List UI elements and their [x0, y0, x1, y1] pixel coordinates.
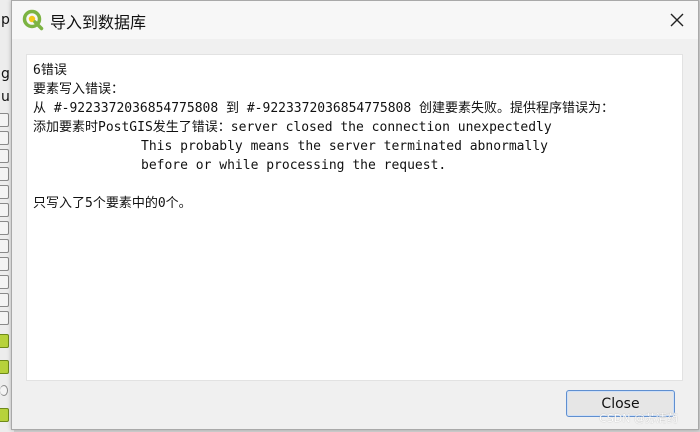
layer-checkbox-checked[interactable] — [0, 360, 9, 374]
layer-checkbox[interactable] — [0, 257, 9, 271]
qgis-logo-icon — [22, 9, 44, 31]
layer-checkbox[interactable] — [0, 239, 9, 253]
background-text-fragment: p — [1, 12, 10, 28]
postgis-error-detail: This probably means the server terminate… — [141, 139, 548, 154]
import-error-dialog: 导入到数据库 6错误 要素写入错误： 从 #-92233720368547758… — [11, 0, 699, 430]
error-count: 6错误 — [33, 63, 67, 78]
postgis-error: 添加要素时PostGIS发生了错误：server closed the conn… — [33, 120, 552, 135]
layer-radio[interactable] — [0, 385, 8, 396]
error-heading: 要素写入错误： — [33, 82, 125, 97]
layer-checkbox[interactable] — [0, 275, 9, 289]
dialog-title: 导入到数据库 — [50, 13, 147, 32]
write-summary: 只写入了5个要素中的0个。 — [33, 196, 192, 211]
error-detail: 从 #-9223372036854775808 到 #-922337203685… — [33, 101, 615, 116]
background-text-fragment: u — [1, 89, 10, 105]
error-message-area[interactable]: 6错误 要素写入错误： 从 #-9223372036854775808 到 #-… — [26, 54, 683, 381]
layer-checkbox-checked[interactable] — [0, 408, 9, 422]
layer-checkbox[interactable] — [0, 131, 9, 145]
layer-checkbox[interactable] — [0, 185, 9, 199]
layer-checkbox[interactable] — [0, 203, 9, 217]
dialog-titlebar[interactable]: 导入到数据库 — [12, 1, 698, 39]
close-icon[interactable] — [662, 5, 692, 35]
layer-checkbox[interactable] — [0, 293, 9, 307]
layer-checkbox-checked[interactable] — [0, 334, 9, 348]
layer-checkbox[interactable] — [0, 149, 9, 163]
watermark: CSDN @苏清药 — [599, 412, 678, 425]
postgis-error-detail: before or while processing the request. — [141, 158, 447, 173]
layer-checkbox[interactable] — [0, 311, 9, 325]
layer-checkbox[interactable] — [0, 167, 9, 181]
layer-checkbox[interactable] — [0, 113, 9, 127]
layer-checkbox[interactable] — [0, 221, 9, 235]
